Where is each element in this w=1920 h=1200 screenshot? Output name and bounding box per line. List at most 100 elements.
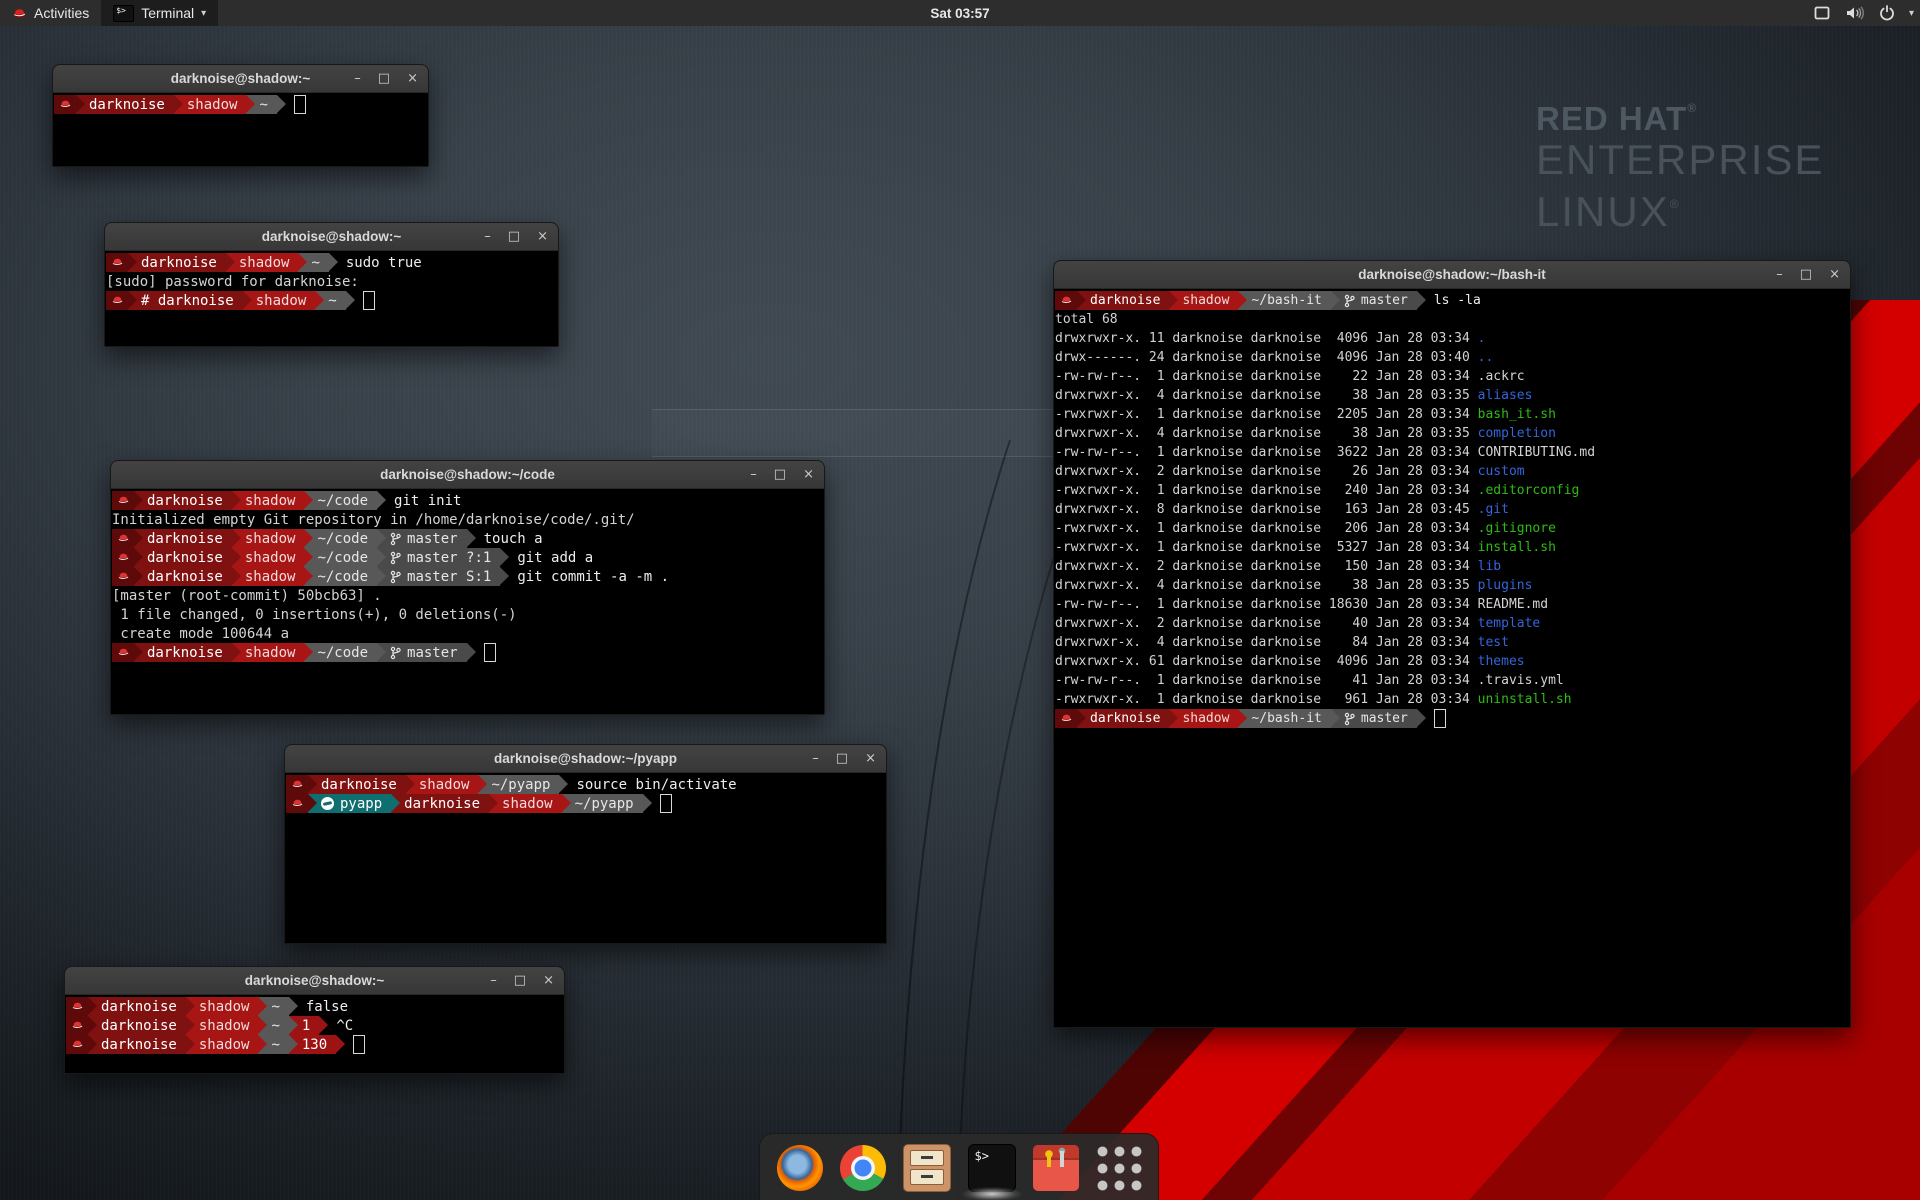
ls-filename: uninstall.sh [1478,692,1572,707]
terminal-window: darknoise@shadow:~–□×darknoiseshadow~sud… [104,222,559,347]
command-text: git commit -a -m . [517,569,669,585]
minimize-button[interactable]: – [490,974,497,987]
segment-label: shadow [245,569,296,585]
redhat-icon [71,1038,84,1051]
prompt-segment-hat [66,997,88,1016]
ls-meta: drwxrwxr-x. 61 darknoise darknoise 4096 … [1055,654,1478,669]
clock[interactable]: Sat 03:57 [930,0,989,26]
window-titlebar[interactable]: darknoise@shadow:~/code – □ × [111,461,824,489]
window-titlebar[interactable]: darknoise@shadow:~/pyapp–□× [285,745,886,773]
prompt-segment-path: ~/code [304,529,377,548]
segment-label: darknoise [1090,711,1160,726]
prompt-segment-user: darknoise [1077,291,1169,310]
prompt-line: darknoiseshadow~130 [66,1035,563,1054]
toolbox-icon[interactable] [1033,1145,1079,1191]
minimize-button[interactable]: – [812,752,819,765]
command-text: false [306,999,348,1015]
maximize-button[interactable]: □ [1800,268,1812,281]
prompt-segment-user: darknoise [391,794,489,813]
system-status-area[interactable]: ▾ [1813,0,1914,26]
ls-meta: drwx------. 24 darknoise darknoise 4096 … [1055,350,1478,365]
prompt-line: darknoiseshadow~/codemaster [112,643,823,662]
window-titlebar[interactable]: darknoise@shadow:~–□× [105,223,558,251]
ls-meta: drwxrwxr-x. 4 darknoise darknoise 38 Jan… [1055,388,1478,403]
terminal-content[interactable]: darknoiseshadow~/pyappsource bin/activat… [285,773,886,943]
terminal-content[interactable]: darknoiseshadow~/bash-itmasterls -latota… [1054,289,1850,1027]
close-button[interactable]: × [543,974,554,987]
redhat-icon [111,294,124,307]
close-button[interactable]: × [407,72,418,85]
terminal-content[interactable]: darknoiseshadow~/codegit initInitialized… [111,489,824,714]
output-line: [sudo] password for darknoise: [106,272,557,291]
ls-filename: .gitignore [1478,521,1556,536]
prompt-segment-path: ~/code [304,548,377,567]
rhel-logo-line3: LINUX® [1536,182,1824,234]
prompt-segment-path: ~/code [304,567,377,586]
segment-label: darknoise [147,493,223,509]
window-titlebar[interactable]: darknoise@shadow:~/bash-it–□× [1054,261,1850,289]
files-icon[interactable] [903,1144,951,1192]
window-controls: – □ × [354,65,418,92]
close-button[interactable]: × [865,752,876,765]
segment-label: pyapp [340,796,382,812]
prompt-segment-user: darknoise [134,643,232,662]
minimize-button[interactable]: – [354,72,361,85]
ls-row: drwxrwxr-x. 2 darknoise darknoise 40 Jan… [1055,614,1849,633]
command-text: ^C [336,1018,353,1034]
app-grid-icon[interactable] [1096,1145,1142,1191]
prompt-segment-host: shadow [1169,709,1238,728]
terminal-content[interactable]: darknoiseshadow~sudo true[sudo] password… [105,251,558,346]
app-menu-terminal[interactable]: $> Terminal ▾ [101,0,218,26]
minimize-button[interactable]: – [1776,268,1783,281]
prompt-segment-git: master [1331,709,1417,728]
ls-row: drwxrwxr-x. 2 darknoise darknoise 150 Ja… [1055,557,1849,576]
segment-label: master [1361,293,1408,308]
maximize-button[interactable]: □ [514,974,526,987]
chrome-icon[interactable] [840,1145,886,1191]
prompt-line: darknoiseshadow~/bash-itmaster [1055,709,1849,728]
output-text: 1 file changed, 0 insertions(+), 0 delet… [112,607,517,623]
segment-label: 130 [302,1037,327,1053]
prompt-segment-path: ~/code [304,491,377,510]
minimize-button[interactable]: – [750,468,757,481]
ls-meta: -rw-rw-r--. 1 darknoise darknoise 18630 … [1055,597,1478,612]
close-button[interactable]: × [1829,268,1840,281]
prompt-line: darknoiseshadow~/codemastertouch a [112,529,823,548]
segment-label: ~ [259,97,267,113]
prompt-segment-user: # darknoise [128,291,243,310]
activities-button[interactable]: Activities [0,0,101,26]
prompt-line: darknoiseshadow~/pyappsource bin/activat… [286,775,885,794]
segment-label: shadow [187,97,238,113]
terminal-icon[interactable]: $> [968,1144,1016,1192]
window-controls: – □ × [1776,261,1840,288]
maximize-button[interactable]: □ [508,230,520,243]
prompt-segment-user: darknoise [1077,709,1169,728]
prompt-segment-git: master S:1 [377,567,500,586]
ls-row: drwxrwxr-x. 11 darknoise darknoise 4096 … [1055,329,1849,348]
minimize-button[interactable]: – [484,230,491,243]
ls-row: drwxrwxr-x. 4 darknoise darknoise 84 Jan… [1055,633,1849,652]
terminal-content[interactable]: darknoiseshadow~falsedarknoiseshadow~1^C… [65,995,564,1073]
window-titlebar[interactable]: darknoise@shadow:~–□× [65,967,564,995]
maximize-button[interactable]: □ [378,72,390,85]
window-titlebar[interactable]: darknoise@shadow:~–□× [53,65,428,93]
firefox-icon[interactable] [777,1145,823,1191]
terminal-content[interactable]: darknoiseshadow~ [53,93,428,166]
maximize-button[interactable]: □ [774,468,786,481]
prompt-segment-venv: pyapp [308,794,391,813]
close-button[interactable]: × [537,230,548,243]
prompt-segment-hat [1055,291,1077,310]
close-button[interactable]: × [803,468,814,481]
segment-label: shadow [1182,293,1229,308]
maximize-button[interactable]: □ [836,752,848,765]
prompt-segment-hat [286,794,308,813]
prompt-segment-host: shadow [1169,291,1238,310]
segment-label: master [407,645,458,661]
window-title: darknoise@shadow:~/code [380,467,555,482]
redhat-icon [1060,712,1073,725]
ls-meta: drwxrwxr-x. 4 darknoise darknoise 84 Jan… [1055,635,1478,650]
segment-label: darknoise [321,777,397,793]
ls-meta: -rwxrwxr-x. 1 darknoise darknoise 961 Ja… [1055,692,1478,707]
segment-label: shadow [239,255,290,271]
rhel-logo: RED HAT® ENTERPRISE LINUX® [1536,100,1824,234]
